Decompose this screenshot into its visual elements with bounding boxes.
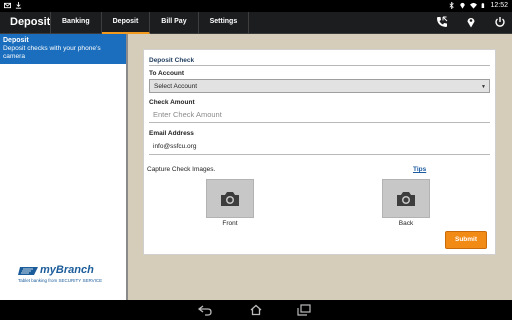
to-account-select[interactable]: Select Account ▼	[149, 79, 490, 93]
power-icon[interactable]	[494, 16, 506, 28]
check-amount-input[interactable]	[149, 107, 490, 123]
email-label: Email Address	[149, 130, 194, 137]
brand-name: myBranch	[40, 264, 94, 276]
clock: 12:52	[490, 2, 508, 9]
wifi-icon	[470, 2, 478, 9]
system-nav-bar	[0, 300, 512, 320]
email-icon	[4, 2, 11, 9]
brand-logo: myBranch Tablet banking from SECURITY SE…	[18, 264, 128, 288]
download-icon	[15, 2, 22, 9]
back-label: Back	[398, 220, 414, 227]
phone-icon[interactable]	[436, 16, 448, 28]
location-icon	[460, 2, 466, 9]
camera-icon	[397, 191, 415, 206]
brand-logo-icon	[18, 267, 38, 275]
tab-bill-pay[interactable]: Bill Pay	[150, 12, 199, 34]
camera-icon	[221, 191, 239, 206]
submit-button[interactable]: Submit	[445, 231, 487, 249]
dropdown-arrow-icon: ▼	[481, 84, 486, 90]
email-input[interactable]	[149, 139, 490, 155]
tab-banking[interactable]: Banking	[50, 12, 102, 34]
tips-link[interactable]: Tips	[413, 166, 426, 173]
section-title: Deposit Check	[149, 57, 195, 64]
tab-bar: Banking Deposit Bill Pay Settings	[50, 12, 250, 34]
bluetooth-icon	[449, 2, 455, 9]
brand-tagline: Tablet banking from SECURITY SERVICE	[18, 278, 103, 283]
section-divider	[149, 65, 490, 66]
tab-deposit[interactable]: Deposit	[101, 12, 151, 34]
deposit-check-panel: Deposit Check To Account Select Account …	[143, 49, 496, 255]
front-label: Front	[222, 220, 238, 227]
battery-icon	[482, 3, 485, 8]
capture-back-button[interactable]	[382, 179, 430, 218]
to-account-value: Select Account	[154, 83, 197, 90]
sidebar-item-deposit[interactable]: Deposit Deposit checks with your phone's…	[0, 34, 126, 64]
capture-front-button[interactable]	[206, 179, 254, 218]
sidebar-item-description: Deposit checks with your phone's camera	[3, 45, 101, 60]
tab-settings[interactable]: Settings	[199, 12, 250, 34]
back-icon[interactable]	[197, 304, 213, 316]
sidebar: Deposit Deposit checks with your phone's…	[0, 34, 128, 300]
map-pin-icon[interactable]	[465, 16, 477, 28]
capture-label: Capture Check Images.	[147, 166, 216, 173]
app-bar: Deposit Banking Deposit Bill Pay Setting…	[0, 12, 512, 34]
sidebar-item-title: Deposit	[3, 37, 29, 44]
app-title: Deposit	[10, 16, 51, 28]
home-icon[interactable]	[248, 304, 264, 316]
status-bar: 12:52	[0, 0, 512, 12]
check-amount-label: Check Amount	[149, 99, 195, 106]
to-account-label: To Account	[149, 70, 185, 77]
recents-icon[interactable]	[296, 304, 312, 316]
